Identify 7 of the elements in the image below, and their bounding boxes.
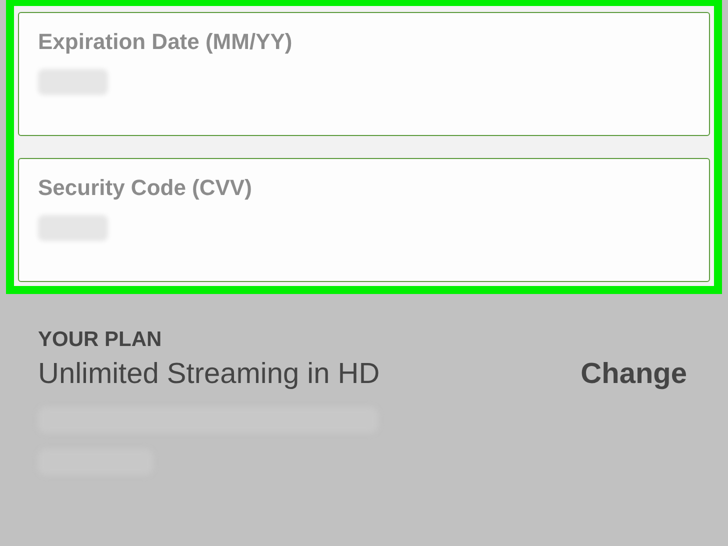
input-field[interactable]: Security Code (CVV) [18, 158, 710, 282]
input-field[interactable]: Expiration Date (MM/YY) [18, 12, 710, 136]
change-link[interactable]: Change [580, 358, 687, 391]
field-label: Expiration Date (MM/YY) [38, 29, 294, 55]
plan-name: Unlimited Streaming in HD [38, 358, 380, 391]
field-label: Security Code (CVV) [38, 175, 253, 201]
section-heading: YOUR PLAN [38, 328, 163, 352]
